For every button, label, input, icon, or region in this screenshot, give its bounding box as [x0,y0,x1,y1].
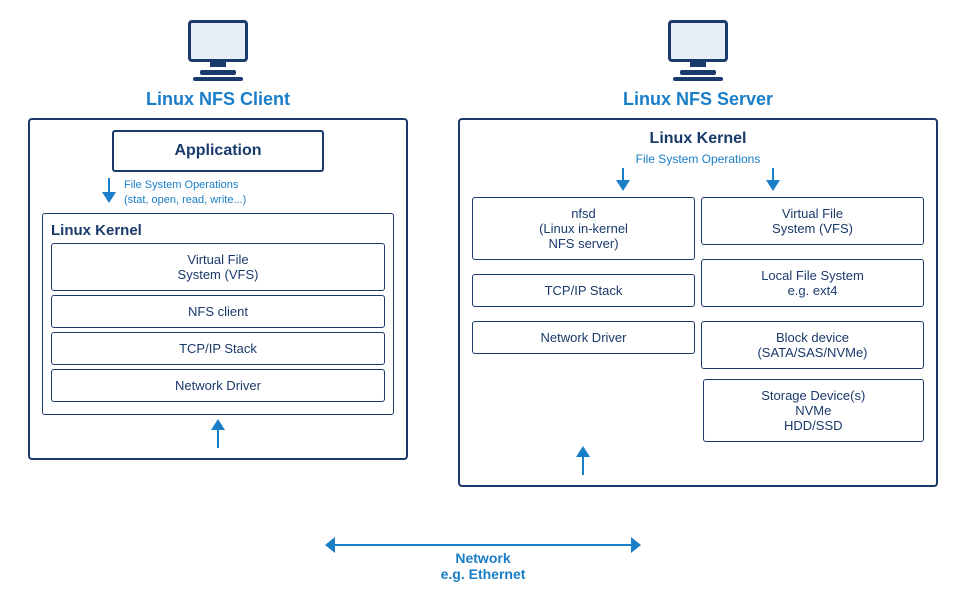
client-title: Linux NFS Client [146,89,290,110]
net-arrow-up-left [211,419,225,430]
vfs-box-left: Virtual FileSystem (VFS) [51,243,385,291]
fs-ops-label: File System Operations(stat, open, read,… [124,178,246,209]
right-panel: Linux NFS Server Linux Kernel File Syste… [458,20,938,487]
tcpip-box-left: TCP/IP Stack [51,332,385,365]
nfsd-box: nfsd(Linux in-kernelNFS server) [472,197,695,260]
server-monitor-base [673,77,723,81]
localfs-box: Local File Systeme.g. ext4 [701,259,924,307]
server-outer-box: Linux Kernel File System Operations [458,118,938,487]
netdriver-box-left: Network Driver [51,369,385,402]
monitor-stand [200,70,236,75]
network-section: Networke.g. Ethernet [293,544,673,582]
left-panel: Linux NFS Client Application File System… [28,20,408,460]
vfs-box-right: Virtual FileSystem (VFS) [701,197,924,245]
client-outer-box: Application File System Operations(stat,… [28,118,408,460]
storage-box: Storage Device(s)NVMeHDD/SSD [703,379,924,442]
application-box: Application [112,130,323,172]
monitor-base [193,77,243,81]
diagram: Linux NFS Client Application File System… [3,10,963,590]
fs-ops-arrowhead-right [766,180,780,191]
nfs-client-box: NFS client [51,295,385,328]
network-label: Networke.g. Ethernet [441,550,526,582]
server-monitor-screen [668,20,728,62]
client-monitor [188,20,248,81]
netdriver-box-right: Network Driver [472,321,695,354]
network-arrow [333,544,633,546]
server-fs-ops-label: File System Operations [636,152,761,166]
tcpip-box-right: TCP/IP Stack [472,274,695,307]
fs-ops-arrow-line [108,178,110,192]
net-arrow-body-right [582,457,584,475]
server-kernel-label: Linux Kernel [472,130,924,148]
net-arrow-body-left [217,430,219,448]
client-kernel-label: Linux Kernel [51,222,385,239]
fs-ops-arrow-head [102,192,116,203]
fs-ops-arrowhead-left [616,180,630,191]
fs-ops-arrow-left [622,168,624,180]
fs-ops-arrow-right [772,168,774,180]
server-monitor [668,20,728,81]
server-monitor-stand [680,70,716,75]
blockdev-box: Block device(SATA/SAS/NVMe) [701,321,924,369]
monitor-screen [188,20,248,62]
net-arrow-up-right [576,446,590,457]
server-title: Linux NFS Server [623,89,773,110]
